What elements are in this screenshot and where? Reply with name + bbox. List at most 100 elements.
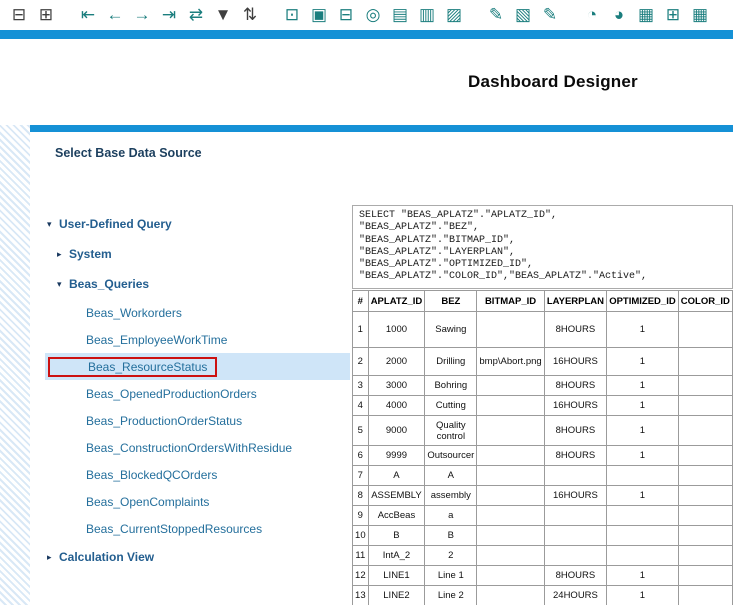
table-cell — [678, 376, 732, 396]
accent-bar — [0, 30, 733, 39]
linked-form-icon[interactable]: ▣ — [308, 4, 330, 26]
column-header: BITMAP_ID — [477, 291, 544, 312]
tree-node-Beas_OpenedProductionOrders[interactable]: Beas_OpenedProductionOrders — [45, 380, 350, 407]
tree-node-label: Beas_OpenedProductionOrders — [86, 387, 257, 401]
table-cell: 1 — [353, 312, 369, 348]
table-cell: ASSEMBLY — [368, 486, 425, 506]
tree-node-Beas_BlockedQCOrders[interactable]: Beas_BlockedQCOrders — [45, 461, 350, 488]
expand-icon[interactable]: ▸ — [47, 552, 59, 563]
details-form-icon[interactable]: ▥ — [416, 4, 438, 26]
decorative-stripes — [0, 125, 30, 605]
add-window-icon[interactable]: ⊞ — [35, 4, 57, 26]
tree-node-label: Beas_Queries — [69, 277, 149, 291]
collapse-icon[interactable]: ▾ — [57, 279, 69, 290]
table-row: 11000Sawing8HOURS1 — [353, 312, 733, 348]
table-cell — [678, 312, 732, 348]
tree-node-Beas_Workorders[interactable]: Beas_Workorders — [45, 299, 350, 326]
tree-node-User-Defined Query[interactable]: ▾User-Defined Query — [45, 209, 350, 239]
table-cell — [477, 396, 544, 416]
table-cell: 1 — [607, 376, 679, 396]
table-cell — [607, 546, 679, 566]
tree-node-Beas_ConstructionOrdersWithResidue[interactable]: Beas_ConstructionOrdersWithResidue — [45, 434, 350, 461]
grid-icon[interactable]: ▦ — [689, 4, 711, 26]
column-header: COLOR_ID — [678, 291, 732, 312]
table-header-row: #APLATZ_IDBEZBITMAP_IDLAYERPLANOPTIMIZED… — [353, 291, 733, 312]
table-cell: bmp\Abort.png — [477, 348, 544, 376]
collapse-icon[interactable]: ▾ — [47, 219, 59, 230]
next-record-icon[interactable]: → — [131, 4, 153, 26]
table-cell: 8HOURS — [544, 566, 606, 586]
tree-node-Beas_Queries[interactable]: ▾Beas_Queries — [45, 269, 350, 299]
table-cell: 1000 — [368, 312, 425, 348]
table-cell: 2 — [353, 348, 369, 376]
table-cell: 2000 — [368, 348, 425, 376]
panel-title: Select Base Data Source — [55, 146, 202, 160]
table-row: 9AccBeasa — [353, 506, 733, 526]
alarm-form-icon[interactable]: ◕ — [608, 4, 630, 26]
table-cell — [544, 506, 606, 526]
sort-icon[interactable]: ⇅ — [239, 4, 261, 26]
table-cell: 1 — [607, 586, 679, 605]
refresh-icon[interactable]: ⇄ — [185, 4, 207, 26]
layers-icon[interactable]: ▤ — [389, 4, 411, 26]
column-header: BEZ — [425, 291, 477, 312]
tree-node-Beas_CurrentStoppedResources[interactable]: Beas_CurrentStoppedResources — [45, 515, 350, 542]
table-cell — [477, 566, 544, 586]
tree-node-label: Beas_OpenComplaints — [86, 495, 209, 509]
window-icon[interactable]: ⊟ — [8, 4, 30, 26]
tree-node-label: Beas_ProductionOrderStatus — [86, 414, 242, 428]
table-cell: 8HOURS — [544, 446, 606, 466]
table-cell: A — [368, 466, 425, 486]
tree-node-label: Calculation View — [59, 550, 154, 564]
tree-node-Beas_ProductionOrderStatus[interactable]: Beas_ProductionOrderStatus — [45, 407, 350, 434]
table-cell — [477, 466, 544, 486]
table-cell — [544, 466, 606, 486]
org-chart-icon[interactable]: ⊞ — [662, 4, 684, 26]
globe-icon[interactable]: ◎ — [362, 4, 384, 26]
table-cell: Drilling — [425, 348, 477, 376]
table-cell — [477, 312, 544, 348]
table-cell — [678, 526, 732, 546]
preview-form-icon[interactable]: ▨ — [443, 4, 465, 26]
table-cell: 16HOURS — [544, 486, 606, 506]
table-cell — [678, 566, 732, 586]
sql-line: "BEAS_APLATZ"."BITMAP_ID", — [359, 235, 726, 247]
previous-record-icon[interactable]: ← — [104, 4, 126, 26]
table-row: 13LINE2Line 224HOURS1 — [353, 586, 733, 605]
table-cell: 8HOURS — [544, 312, 606, 348]
expand-icon[interactable]: ▸ — [57, 249, 69, 260]
table-cell: 8 — [353, 486, 369, 506]
table-cell: 8HOURS — [544, 376, 606, 396]
tree-node-Beas_OpenComplaints[interactable]: Beas_OpenComplaints — [45, 488, 350, 515]
tree-node-System[interactable]: ▸System — [45, 239, 350, 269]
time-form-icon[interactable]: ◔ — [581, 4, 603, 26]
tree-node-Calculation View[interactable]: ▸Calculation View — [45, 542, 350, 572]
table-cell: Line 1 — [425, 566, 477, 586]
sql-preview[interactable]: SELECT "BEAS_APLATZ"."APLATZ_ID","BEAS_A… — [352, 205, 733, 289]
table-cell — [678, 416, 732, 446]
filter-icon[interactable]: ▼ — [212, 4, 234, 26]
table-cell: 7 — [353, 466, 369, 486]
table-cell: 4 — [353, 396, 369, 416]
form-edit-icon[interactable]: ✎ — [539, 4, 561, 26]
goto-form-icon[interactable]: ⊡ — [281, 4, 303, 26]
form-settings-icon[interactable]: ▧ — [512, 4, 534, 26]
tree-node-Beas_EmployeeWorkTime[interactable]: Beas_EmployeeWorkTime — [45, 326, 350, 353]
table-row: 69999Outsourcer8HOURS1 — [353, 446, 733, 466]
last-record-icon[interactable]: ⇥ — [158, 4, 180, 26]
tree-node-Beas_ResourceStatus[interactable]: Beas_ResourceStatus — [45, 353, 350, 380]
calculator-icon[interactable]: ▦ — [635, 4, 657, 26]
table-cell: Outsourcer — [425, 446, 477, 466]
edit-icon[interactable]: ✎ — [485, 4, 507, 26]
first-record-icon[interactable]: ⇤ — [77, 4, 99, 26]
table-cell — [544, 546, 606, 566]
table-cell: 9000 — [368, 416, 425, 446]
table-cell — [678, 446, 732, 466]
table-cell: 12 — [353, 566, 369, 586]
document-form-icon[interactable]: ⊟ — [335, 4, 357, 26]
table-cell: 1 — [607, 348, 679, 376]
table-cell: AccBeas — [368, 506, 425, 526]
table-cell: 3 — [353, 376, 369, 396]
table-cell: Bohring — [425, 376, 477, 396]
table-cell: B — [368, 526, 425, 546]
